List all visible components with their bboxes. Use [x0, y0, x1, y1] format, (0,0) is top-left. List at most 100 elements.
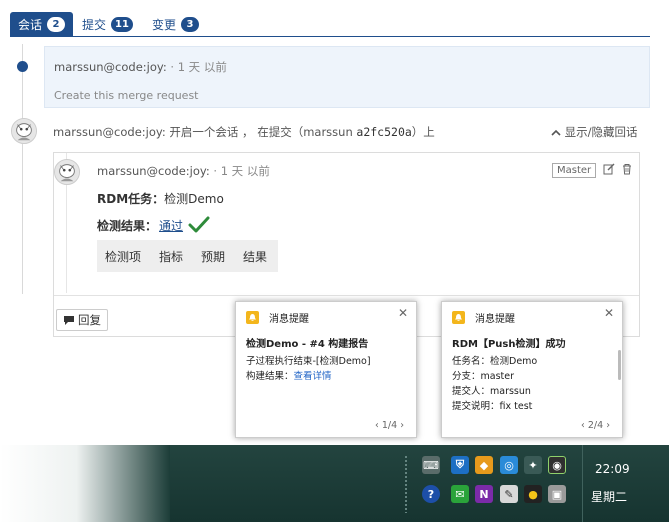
- notification-header: 消息提醒: [452, 310, 515, 325]
- comment-meta: marssun@code:joy: · 1 天 以前: [97, 163, 270, 179]
- comment-icon: [64, 315, 74, 325]
- table-header-result: 结果: [243, 249, 268, 264]
- taskbar: ⌨ ⛨ ◆ ◎ ✦ ◉ ? ✉ N ✎ ● ▣ 22:09 星期二: [0, 445, 669, 522]
- notification-line: 提交说明：fix test: [452, 401, 533, 412]
- keyboard-icon[interactable]: ⌨: [422, 456, 440, 474]
- event-time: · 1 天 以前: [170, 60, 227, 74]
- shield-icon[interactable]: ⛨: [451, 456, 469, 474]
- user-avatar-icon: [12, 119, 36, 143]
- notification-link-prefix: 构建结果：: [246, 371, 294, 382]
- taskbar-body: [170, 445, 669, 522]
- event-description: Create this merge request: [54, 89, 199, 102]
- edit-icon[interactable]: [603, 163, 615, 175]
- notification-line: 任务名：检测Demo: [452, 356, 538, 367]
- security-guard-icon[interactable]: ◆: [475, 456, 493, 474]
- close-icon[interactable]: ✕: [398, 306, 408, 320]
- chevron-right-icon[interactable]: ›: [606, 420, 610, 431]
- reply-button[interactable]: 回复: [56, 309, 108, 331]
- clock-weekday[interactable]: 星期二: [591, 488, 627, 505]
- task-label: RDM任务：: [97, 192, 165, 206]
- bell-icon: [452, 311, 465, 324]
- discussion-header: marssun@code:joy: 开启一个会话 ， 在提交（marssun a…: [53, 124, 435, 140]
- task-value: 检测Demo: [164, 192, 224, 206]
- storage-icon[interactable]: ▣: [548, 485, 566, 503]
- tab-commits-label: 提交: [82, 17, 107, 32]
- comment-avatar: [54, 159, 80, 185]
- trash-icon[interactable]: [621, 163, 633, 175]
- card-divider: [54, 295, 639, 296]
- notification-link-line: 构建结果：查看详情: [246, 368, 332, 382]
- notification-page: 2/4: [587, 420, 604, 431]
- toggle-discussion-button[interactable]: 显示/隐藏回话: [551, 124, 638, 140]
- table-header-metric: 指标: [159, 249, 184, 264]
- event-meta: marssun@code:joy: · 1 天 以前: [54, 59, 227, 75]
- user-avatar-icon: [55, 160, 79, 184]
- toggle-discussion-label: 显示/隐藏回话: [564, 125, 638, 139]
- event-user[interactable]: marssun@code:joy:: [54, 60, 167, 74]
- clock-time[interactable]: 22:09: [595, 462, 630, 476]
- taskbar-grip[interactable]: [404, 455, 408, 513]
- notification-page: 1/4: [381, 420, 398, 431]
- tab-discussion-label: 会话: [18, 17, 43, 32]
- view-details-link[interactable]: 查看详情: [294, 371, 332, 382]
- tab-commits-count: 11: [111, 16, 133, 32]
- commit-author: marssun: [303, 125, 353, 139]
- chat-app-icon[interactable]: ◎: [500, 456, 518, 474]
- check-icon: [188, 216, 210, 233]
- qq-icon[interactable]: ●: [524, 485, 542, 503]
- tab-changes-count: 3: [181, 16, 200, 32]
- notification-popup-2: 消息提醒 ✕ RDM【Push检测】成功 任务名：检测Demo 分支：maste…: [441, 301, 623, 438]
- monitor-icon[interactable]: ◉: [548, 456, 566, 474]
- result-label: 检测结果：: [97, 218, 158, 233]
- merge-request-event: marssun@code:joy: · 1 天 以前 Create this m…: [44, 46, 650, 108]
- comment-user[interactable]: marssun@code:joy:: [97, 164, 210, 178]
- chevron-right-icon[interactable]: ›: [400, 420, 404, 431]
- comment-time: · 1 天 以前: [213, 164, 270, 178]
- reply-label: 回复: [78, 313, 101, 327]
- branch-tag: Master: [552, 163, 597, 178]
- discussion-user[interactable]: marssun@code:joy:: [53, 125, 166, 139]
- notification-title: RDM【Push检测】成功: [452, 339, 566, 350]
- notification-pager: ‹ 1/4 ›: [375, 420, 404, 431]
- tray-separator: [582, 445, 583, 522]
- notification-pager: ‹ 2/4 ›: [581, 420, 610, 431]
- chevron-left-icon[interactable]: ‹: [375, 420, 379, 431]
- notification-header: 消息提醒: [246, 310, 309, 325]
- tab-changes-label: 变更: [152, 17, 177, 32]
- notification-line: 子过程执行结束-[检测Demo]: [246, 356, 371, 367]
- tab-commits[interactable]: 提交 11: [74, 12, 141, 36]
- notification-line: 提交人：marssun: [452, 386, 531, 397]
- avatar: [11, 118, 37, 144]
- commit-hash[interactable]: a2fc520a: [356, 125, 411, 139]
- notification-title: 检测Demo - #4 构建报告: [246, 339, 369, 350]
- table-header-expected: 预期: [201, 249, 226, 264]
- discussion-text-suffix: ）上: [411, 125, 435, 139]
- tab-discussion[interactable]: 会话 2: [10, 12, 74, 36]
- taskbar-fade: [0, 445, 170, 522]
- timeline-line: [22, 44, 23, 294]
- help-icon[interactable]: ?: [422, 485, 440, 503]
- wechat-work-icon[interactable]: ✦: [524, 456, 542, 474]
- chevron-up-icon: [551, 125, 565, 139]
- notification-line: 分支：master: [452, 371, 515, 382]
- tab-discussion-count: 2: [47, 16, 66, 32]
- notification-header-label: 消息提醒: [269, 314, 309, 325]
- table-header-item: 检测项: [105, 249, 142, 264]
- bell-icon: [246, 311, 259, 324]
- tab-changes[interactable]: 变更 3: [144, 12, 207, 36]
- notification-popup-1: 消息提醒 ✕ 检测Demo - #4 构建报告 子过程执行结束-[检测Demo]…: [235, 301, 417, 438]
- chevron-left-icon[interactable]: ‹: [581, 420, 585, 431]
- timeline-dot: [17, 61, 28, 72]
- close-icon[interactable]: ✕: [604, 306, 614, 320]
- discussion-text-prefix: 开启一个会话 ， 在提交（: [169, 125, 304, 139]
- notepad-icon[interactable]: ✎: [500, 485, 518, 503]
- task-line: RDM任务：检测Demo: [97, 190, 224, 207]
- wechat-icon[interactable]: ✉: [451, 485, 469, 503]
- result-line: 检测结果： 通过: [97, 216, 210, 234]
- network-icon[interactable]: N: [475, 485, 493, 503]
- notification-scrollbar[interactable]: [618, 350, 621, 380]
- tab-bar: 会话 2 提交 11 变更 3: [10, 12, 650, 37]
- result-link[interactable]: 通过: [159, 217, 183, 234]
- notification-header-label: 消息提醒: [475, 314, 515, 325]
- result-table-header: 检测项 指标 预期 结果: [97, 240, 278, 272]
